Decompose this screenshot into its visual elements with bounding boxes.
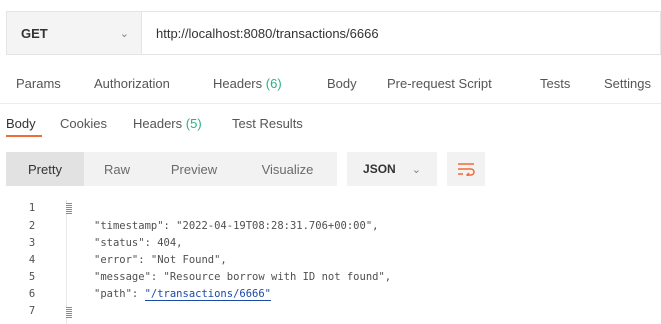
line-number: 2 bbox=[28, 220, 36, 232]
response-tab-body[interactable]: Body bbox=[6, 116, 36, 131]
tab-headers[interactable]: Headers (6) bbox=[213, 76, 282, 91]
chevron-down-icon: ⌄ bbox=[411, 163, 421, 176]
response-tab-headers[interactable]: Headers (5) bbox=[133, 116, 202, 131]
code-text: "path": "/transactions/6666" bbox=[94, 288, 272, 301]
preview-button[interactable]: Preview bbox=[150, 152, 238, 186]
code-text: "error": "Not Found", bbox=[94, 254, 227, 266]
pretty-button[interactable]: Pretty bbox=[6, 152, 84, 186]
line-number: 3 bbox=[28, 237, 36, 249]
code-text: "status": 404, bbox=[94, 237, 183, 249]
view-mode-switch: Pretty Raw Preview Visualize bbox=[6, 152, 337, 186]
line-number: 5 bbox=[28, 271, 36, 283]
path-key: "path": bbox=[94, 288, 145, 300]
response-headers-count-badge: (5) bbox=[185, 116, 202, 131]
method-label: GET bbox=[21, 25, 48, 41]
response-tab-headers-label: Headers bbox=[133, 116, 183, 131]
line-number: 1 bbox=[28, 202, 36, 214]
format-label: JSON bbox=[363, 162, 396, 176]
code-line: 1 bbox=[0, 202, 661, 218]
method-select[interactable]: GET ⌄ bbox=[7, 12, 142, 54]
response-tab-test-results[interactable]: Test Results bbox=[232, 116, 303, 131]
code-line: 7 bbox=[0, 305, 661, 321]
visualize-button[interactable]: Visualize bbox=[238, 152, 337, 186]
line-number: 4 bbox=[28, 254, 36, 266]
format-select[interactable]: JSON ⌄ bbox=[347, 152, 437, 186]
chevron-down-icon: ⌄ bbox=[119, 27, 129, 40]
url-text: http://localhost:8080/transactions/6666 bbox=[156, 25, 379, 41]
code-text: "message": "Resource borrow with ID not … bbox=[94, 271, 392, 283]
url-input[interactable]: http://localhost:8080/transactions/6666 bbox=[142, 12, 660, 54]
line-number: 6 bbox=[28, 288, 36, 300]
active-tab-indicator bbox=[6, 135, 42, 137]
tab-authorization[interactable]: Authorization bbox=[94, 76, 170, 91]
tab-params[interactable]: Params bbox=[16, 76, 61, 91]
fold-icon[interactable] bbox=[66, 203, 72, 214]
tab-settings[interactable]: Settings bbox=[604, 76, 651, 91]
fold-icon[interactable] bbox=[66, 307, 72, 318]
tab-body[interactable]: Body bbox=[327, 76, 357, 91]
code-line: 2 "timestamp": "2022-04-19T08:28:31.706+… bbox=[0, 220, 661, 236]
code-line: 6 "path": "/transactions/6666" bbox=[0, 288, 661, 304]
tab-tests[interactable]: Tests bbox=[540, 76, 570, 91]
code-line: 3 "status": 404, bbox=[0, 237, 661, 253]
wrap-lines-button[interactable] bbox=[447, 152, 485, 186]
code-line: 4 "error": "Not Found", bbox=[0, 254, 661, 270]
wrap-lines-icon bbox=[458, 163, 475, 176]
request-bar: GET ⌄ http://localhost:8080/transactions… bbox=[6, 11, 661, 55]
response-tabs: Body Cookies Headers (5) Test Results bbox=[0, 106, 661, 144]
request-tabs: Params Authorization Headers (6) Body Pr… bbox=[0, 66, 661, 104]
response-body: 1 2 "timestamp": "2022-04-19T08:28:31.70… bbox=[0, 200, 661, 324]
code-line: 5 "message": "Resource borrow with ID no… bbox=[0, 271, 661, 287]
path-link[interactable]: "/transactions/6666" bbox=[144, 288, 272, 301]
tab-headers-label: Headers bbox=[213, 76, 263, 91]
code-text: "timestamp": "2022-04-19T08:28:31.706+00… bbox=[94, 220, 379, 232]
headers-count-badge: (6) bbox=[265, 76, 282, 91]
response-tab-cookies[interactable]: Cookies bbox=[60, 116, 107, 131]
line-number: 7 bbox=[28, 305, 36, 317]
raw-button[interactable]: Raw bbox=[84, 152, 150, 186]
tab-pre-request-script[interactable]: Pre-request Script bbox=[387, 76, 492, 91]
